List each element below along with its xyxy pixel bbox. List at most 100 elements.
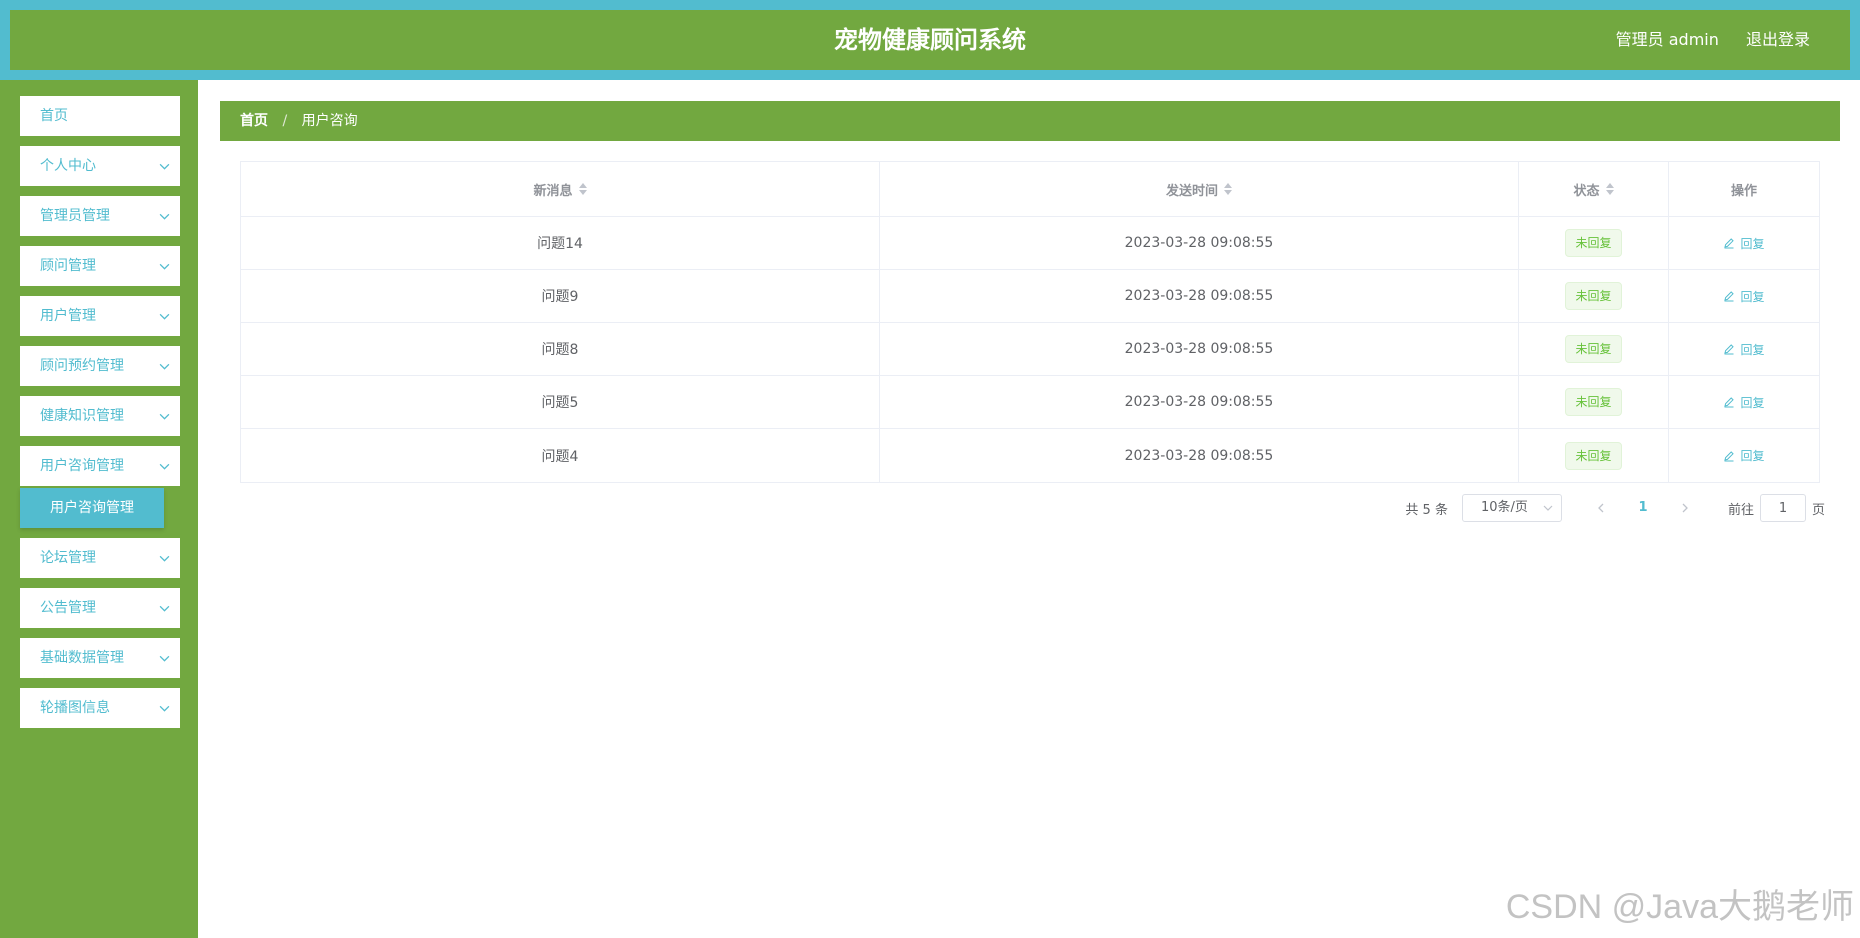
sidebar-item-label: 顾问管理 — [40, 258, 96, 274]
message-text: 问题5 — [541, 395, 579, 411]
sidebar-item-label: 公告管理 — [40, 600, 96, 616]
sidebar-item-label: 首页 — [40, 108, 68, 124]
sidebar-item[interactable]: 公告管理 — [20, 588, 180, 628]
reply-button[interactable]: 回复 — [1723, 447, 1765, 464]
sidebar-subitem-active[interactable]: 用户咨询管理 — [20, 488, 164, 528]
message-text: 问题8 — [541, 342, 579, 358]
reply-button[interactable]: 回复 — [1723, 288, 1765, 305]
edit-icon — [1724, 450, 1735, 461]
sidebar-item-label: 论坛管理 — [40, 550, 96, 566]
chevron-right-icon — [1682, 503, 1688, 513]
status-badge: 未回复 — [1565, 282, 1622, 310]
cell-actions: 回复 — [1669, 270, 1819, 322]
page-number-current[interactable]: 1 — [1628, 494, 1658, 522]
message-text: 问题9 — [541, 289, 579, 305]
sidebar-item[interactable]: 个人中心 — [20, 146, 180, 186]
edit-icon — [1724, 344, 1735, 355]
chevron-down-icon — [159, 396, 170, 436]
cell-actions: 回复 — [1669, 323, 1819, 375]
cell-time: 2023-03-28 09:08:55 — [880, 270, 1519, 322]
sidebar-item[interactable]: 管理员管理 — [20, 196, 180, 236]
page-jump-suffix: 页 — [1811, 502, 1825, 518]
status-badge: 未回复 — [1565, 441, 1622, 470]
pagination-total: 共 5 条 — [1405, 502, 1448, 518]
cell-message: 问题4 — [241, 429, 880, 482]
reply-button[interactable]: 回复 — [1723, 394, 1765, 411]
table-header: 新消息 发送时间 状态 操作 — [241, 162, 1819, 217]
reply-label: 回复 — [1740, 236, 1765, 251]
sidebar-item[interactable]: 论坛管理 — [20, 538, 180, 578]
sidebar-item-label: 管理员管理 — [40, 208, 110, 224]
page-size-select[interactable]: 10条/页 — [1461, 494, 1562, 522]
sort-icon[interactable] — [1605, 183, 1614, 195]
sidebar-item-label: 基础数据管理 — [40, 650, 124, 666]
cell-time: 2023-03-28 09:08:55 — [880, 429, 1519, 482]
chevron-down-icon — [159, 638, 170, 678]
sidebar-item[interactable]: 轮播图信息 — [20, 688, 180, 728]
prev-page-button[interactable] — [1586, 494, 1616, 522]
sort-icon[interactable] — [578, 183, 587, 195]
breadcrumb: 首页 / 用户咨询 — [220, 101, 1840, 141]
column-header-label: 新消息 — [533, 183, 573, 199]
time-text: 2023-03-28 09:08:55 — [1124, 288, 1274, 304]
reply-button[interactable]: 回复 — [1723, 341, 1765, 358]
time-text: 2023-03-28 09:08:55 — [1124, 341, 1274, 357]
cell-actions: 回复 — [1669, 376, 1819, 428]
column-header-message[interactable]: 新消息 — [241, 162, 880, 216]
cell-actions: 回复 — [1669, 429, 1819, 482]
top-bar: 宠物健康顾问系统 管理员 admin 退出登录 — [0, 0, 1860, 80]
sidebar-item[interactable]: 顾问管理 — [20, 246, 180, 286]
status-badge: 未回复 — [1565, 229, 1622, 257]
edit-icon — [1724, 291, 1735, 302]
next-page-button[interactable] — [1670, 494, 1700, 522]
sidebar-item[interactable]: 用户咨询管理 — [20, 446, 180, 486]
time-text: 2023-03-28 09:08:55 — [1124, 235, 1274, 251]
reply-label: 回复 — [1740, 395, 1765, 410]
reply-label: 回复 — [1740, 289, 1765, 304]
sidebar-item-label: 用户咨询管理 — [40, 458, 124, 474]
breadcrumb-current: 用户咨询 — [301, 113, 358, 129]
chevron-left-icon — [1598, 503, 1604, 513]
chevron-down-icon — [159, 688, 170, 728]
table-row: 问题4 2023-03-28 09:08:55 未回复 回复 — [241, 429, 1819, 482]
cell-message: 问题8 — [241, 323, 880, 375]
cell-message: 问题9 — [241, 270, 880, 322]
logout-button[interactable]: 退出登录 — [1746, 30, 1810, 49]
chevron-down-icon — [159, 246, 170, 286]
chevron-down-icon — [159, 588, 170, 628]
cell-status: 未回复 — [1519, 429, 1669, 482]
app-title: 宠物健康顾问系统 — [834, 26, 1026, 54]
column-header-label: 操作 — [1730, 183, 1757, 199]
page-jump-input[interactable] — [1759, 494, 1806, 522]
column-header-time[interactable]: 发送时间 — [880, 162, 1519, 216]
cell-status: 未回复 — [1519, 270, 1669, 322]
column-header-label: 状态 — [1573, 183, 1600, 199]
sidebar-item[interactable]: 基础数据管理 — [20, 638, 180, 678]
sidebar-item[interactable]: 用户管理 — [20, 296, 180, 336]
page-jump-prefix: 前往 — [1727, 502, 1754, 518]
sidebar-item[interactable]: 顾问预约管理 — [20, 346, 180, 386]
status-badge: 未回复 — [1565, 388, 1622, 416]
message-text: 问题14 — [537, 236, 583, 252]
chevron-down-icon — [159, 446, 170, 486]
pagination: 共 5 条 10条/页 1 前往 页 — [1405, 494, 1825, 522]
header: 宠物健康顾问系统 管理员 admin 退出登录 — [10, 10, 1850, 70]
sidebar-item-label: 健康知识管理 — [40, 408, 124, 424]
table-row: 问题9 2023-03-28 09:08:55 未回复 回复 — [241, 270, 1819, 323]
sidebar-item[interactable]: 首页 — [20, 96, 180, 136]
sort-icon[interactable] — [1224, 183, 1232, 195]
column-header-label: 发送时间 — [1165, 183, 1218, 199]
sidebar-item[interactable]: 健康知识管理 — [20, 396, 180, 436]
table-row: 问题5 2023-03-28 09:08:55 未回复 回复 — [241, 376, 1819, 429]
breadcrumb-home[interactable]: 首页 — [240, 113, 268, 129]
cell-message: 问题14 — [241, 217, 880, 269]
reply-button[interactable]: 回复 — [1723, 235, 1765, 252]
time-text: 2023-03-28 09:08:55 — [1124, 394, 1274, 410]
reply-label: 回复 — [1740, 449, 1765, 463]
sidebar-item-label: 轮播图信息 — [40, 700, 110, 716]
chevron-down-icon — [159, 538, 170, 578]
column-header-status[interactable]: 状态 — [1519, 162, 1669, 216]
breadcrumb-separator: / — [282, 113, 288, 129]
sidebar-item-label: 顾问预约管理 — [40, 358, 124, 374]
chevron-down-icon — [159, 346, 170, 386]
